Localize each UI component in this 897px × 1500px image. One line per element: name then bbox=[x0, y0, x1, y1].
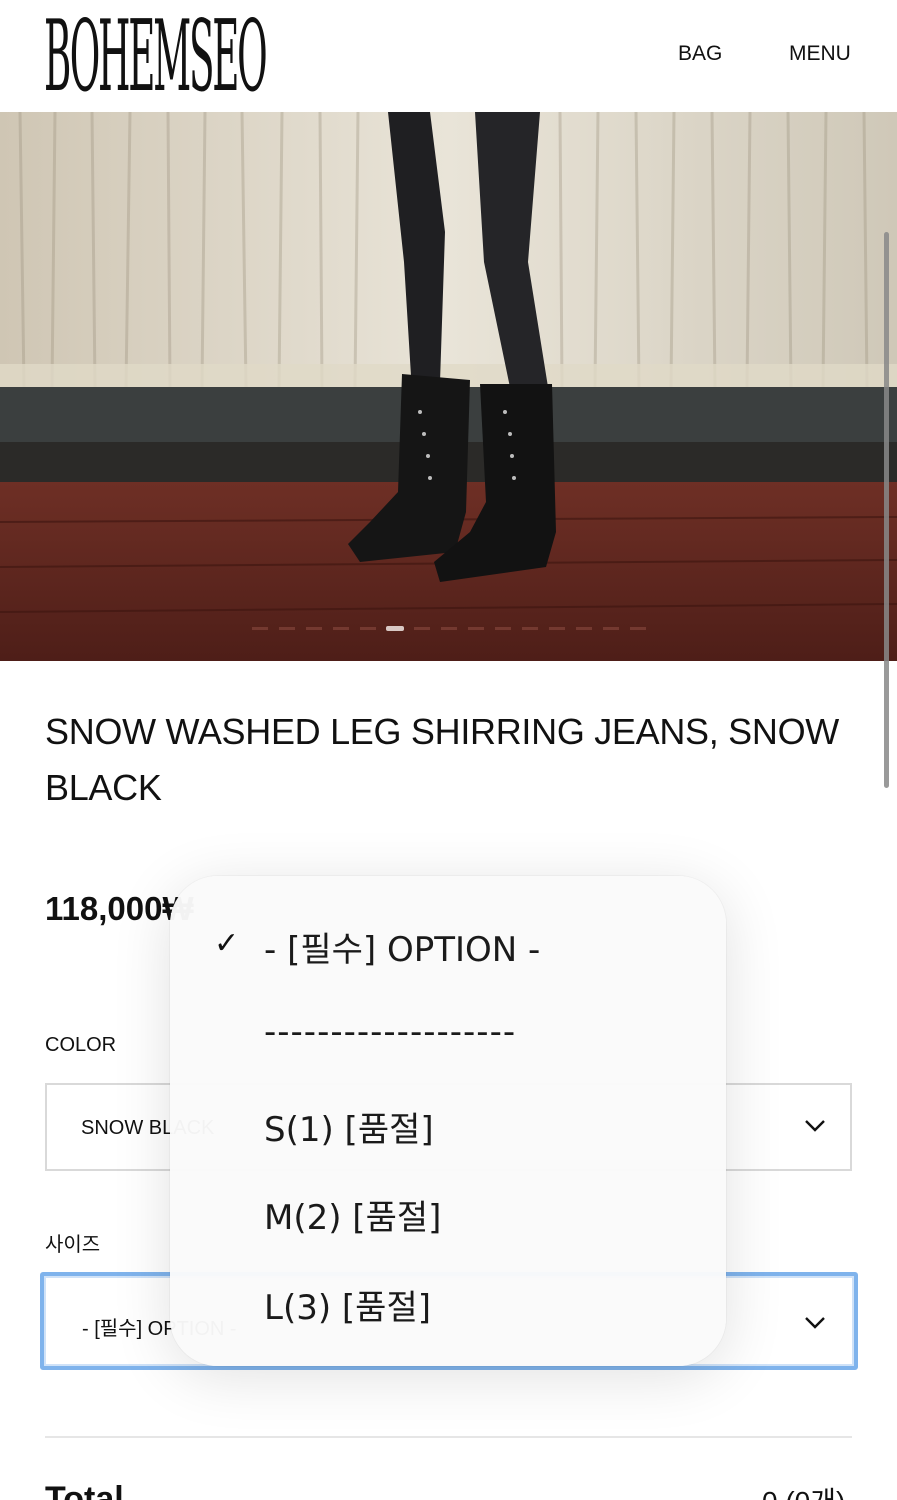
checkmark-icon: ✓ bbox=[214, 927, 240, 960]
menu-link[interactable]: MENU bbox=[789, 42, 851, 66]
picker-option[interactable]: - [필수] OPTION - bbox=[264, 922, 540, 971]
divider bbox=[45, 1436, 852, 1438]
picker-option[interactable]: M(2) [품절] bbox=[264, 1190, 441, 1239]
picker-option[interactable]: S(1) [품절] bbox=[264, 1102, 434, 1151]
total-label: Total bbox=[45, 1480, 124, 1500]
bag-link[interactable]: BAG bbox=[678, 42, 722, 66]
size-option-picker: ✓ - [필수] OPTION - ------------------- S(… bbox=[170, 876, 726, 1366]
site-header: BOHEMSEO BAG MENU bbox=[0, 0, 897, 112]
chevron-down-icon bbox=[805, 1317, 825, 1329]
chevron-down-icon bbox=[805, 1120, 825, 1132]
total-value: 0 (0개) bbox=[762, 1480, 845, 1500]
picker-option[interactable]: L(3) [품절] bbox=[264, 1280, 431, 1329]
active-slide-indicator bbox=[386, 626, 404, 631]
size-label: 사이즈 bbox=[45, 1234, 101, 1256]
product-image-carousel[interactable] bbox=[0, 112, 897, 661]
product-photo bbox=[0, 112, 897, 661]
color-label: COLOR bbox=[45, 1034, 117, 1056]
page-scrollbar[interactable] bbox=[884, 232, 889, 788]
brand-logo[interactable]: BOHEMSEO bbox=[44, 8, 268, 106]
product-title: SNOW WASHED LEG SHIRRING JEANS, SNOW BLA… bbox=[45, 711, 839, 808]
picker-option-separator: ------------------- bbox=[264, 1012, 517, 1052]
